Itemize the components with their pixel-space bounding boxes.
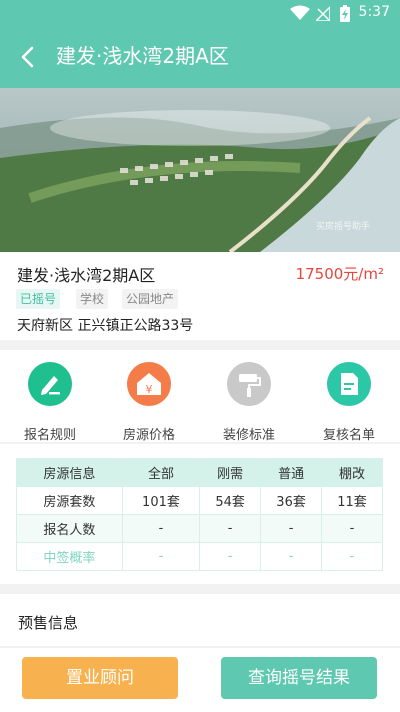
clock: 5:37 [358, 4, 390, 20]
table-cell: - [199, 542, 262, 571]
menu-item-registration-rules[interactable]: 报名规则 [5, 360, 95, 443]
pen-icon [28, 362, 72, 406]
table-cell: - [199, 514, 262, 543]
table-cell: - [121, 542, 201, 571]
presale-info-heading: 预售信息 [18, 614, 79, 632]
table-header-cell: 棚改 [321, 458, 383, 487]
back-arrow-icon[interactable] [16, 44, 42, 70]
table-header-cell: 普通 [260, 458, 323, 487]
bottom-action-bar: 置业顾问 查询摇号结果 [0, 648, 400, 712]
document-icon [327, 362, 371, 406]
menu-label-decoration-standard: 装修标准 [222, 428, 275, 443]
table-cell: 54套 [199, 486, 262, 515]
status-bar: 5:37 [0, 0, 400, 26]
battery-charging-icon [340, 5, 350, 22]
table-cell: - [321, 514, 383, 543]
table-cell: - [260, 514, 323, 543]
menu-item-housing-price[interactable]: ¥ 房源价格 [104, 360, 194, 443]
menu-label-registration-rules: 报名规则 [23, 428, 76, 443]
table-header-cell: 全部 [121, 458, 201, 487]
table-header-row: 房源信息 全部 刚需 普通 棚改 [16, 458, 383, 487]
feature-menu: 报名规则 ¥ 房源价格 装修标准 复核名单 [0, 350, 400, 443]
table-cell: 36套 [260, 486, 323, 515]
housing-info-table: 房源信息 全部 刚需 普通 棚改 房源套数 101套 54套 36套 11套 报… [16, 458, 383, 571]
project-info-card: 建发·浅水湾2期A区 17500元/m² 已摇号 学校 公园地产 天府新区 正兴… [0, 252, 400, 340]
table-row: 报名人数 - - - - [16, 514, 383, 543]
project-address: 天府新区 正兴镇正公路33号 [17, 318, 194, 334]
table-cell: - [121, 514, 201, 543]
no-signal-icon [316, 5, 330, 21]
table-row: 中签概率 - - - - [16, 542, 383, 571]
consultant-button[interactable]: 置业顾问 [22, 657, 178, 699]
table-cell: - [321, 542, 383, 571]
table-header-cell: 刚需 [199, 458, 262, 487]
tag-park-estate: 公园地产 [122, 289, 179, 309]
tag-school: 学校 [76, 289, 109, 309]
project-price: 17500元/m² [295, 265, 384, 283]
menu-label-housing-price: 房源价格 [122, 428, 175, 443]
money-house-icon: ¥ [127, 362, 171, 406]
menu-item-review-list[interactable]: 复核名单 [304, 360, 394, 443]
table-cell: - [260, 542, 323, 571]
table-row: 房源套数 101套 54套 36套 11套 [16, 486, 383, 515]
menu-label-review-list: 复核名单 [322, 428, 375, 443]
svg-text:¥: ¥ [146, 383, 153, 396]
image-watermark: 买房摇号助手 [315, 222, 370, 232]
presale-info-section[interactable]: 预售信息 [0, 594, 400, 646]
wifi-icon [290, 5, 310, 20]
table-cell: 11套 [321, 486, 383, 515]
app-bar: 建发·浅水湾2期A区 [0, 26, 400, 88]
project-banner-image: 买房摇号助手 [0, 88, 400, 252]
housing-info-section: 房源信息 全部 刚需 普通 棚改 房源套数 101套 54套 36套 11套 报… [0, 444, 400, 584]
page-title: 建发·浅水湾2期A区 [56, 44, 229, 68]
table-header-cell: 房源信息 [16, 458, 123, 487]
project-name: 建发·浅水湾2期A区 [17, 266, 156, 285]
tag-lottery-done: 已摇号 [16, 289, 61, 309]
table-cell: 房源套数 [16, 486, 123, 515]
menu-item-decoration-standard[interactable]: 装修标准 [204, 360, 294, 443]
paint-roller-icon [227, 362, 271, 406]
table-cell: 报名人数 [16, 514, 123, 543]
table-cell: 101套 [121, 486, 201, 515]
lottery-result-button[interactable]: 查询摇号结果 [221, 657, 377, 699]
table-cell: 中签概率 [16, 542, 123, 571]
